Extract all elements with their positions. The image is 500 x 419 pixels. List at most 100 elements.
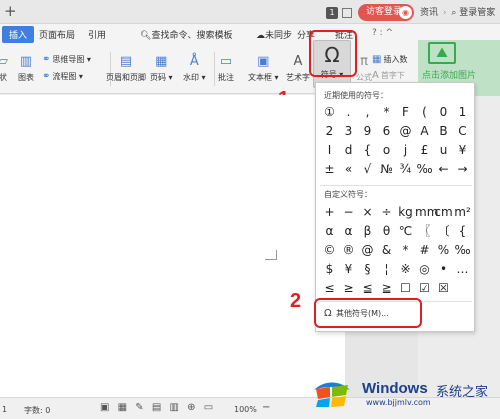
recent-symbol[interactable]: № — [377, 160, 396, 179]
recent-symbol[interactable]: ¥ — [453, 141, 472, 160]
custom-symbol[interactable]: θ — [377, 222, 396, 241]
recent-symbol[interactable]: 1 — [453, 103, 472, 122]
textbox-button[interactable]: ▣ 文本框 ▾ — [248, 54, 279, 83]
recent-symbol[interactable]: ① — [320, 103, 339, 122]
outline-view-icon[interactable]: ▭ — [204, 402, 213, 413]
custom-symbol[interactable]: ※ — [396, 260, 415, 279]
news-link[interactable]: 资讯 — [420, 8, 438, 18]
zoom-level[interactable]: 100% — [234, 405, 257, 414]
watermark-button[interactable]: Å 水印 ▾ — [183, 54, 206, 83]
custom-symbol[interactable]: # — [415, 241, 434, 260]
help-more-icons[interactable]: ? : ^ — [372, 28, 393, 38]
drop-cap-button[interactable]: A 首字下 — [372, 70, 405, 81]
custom-symbol[interactable]: % — [434, 241, 453, 260]
custom-symbol[interactable]: ☑ — [415, 279, 434, 298]
recent-symbol[interactable]: 6 — [377, 122, 396, 141]
recent-symbol[interactable]: ± — [320, 160, 339, 179]
custom-symbol[interactable]: − — [339, 203, 358, 222]
word-count[interactable]: 字数: 0 — [24, 405, 50, 416]
protect-icon[interactable]: ▣ — [100, 402, 109, 413]
recent-symbol[interactable]: ← — [434, 160, 453, 179]
recent-symbol[interactable]: 2 — [320, 122, 339, 141]
recent-symbol[interactable]: @ — [396, 122, 415, 141]
custom-symbol[interactable]: ☒ — [434, 279, 453, 298]
recent-symbol[interactable]: . — [339, 103, 358, 122]
custom-symbol[interactable]: ≤ — [320, 279, 339, 298]
insert-number-button[interactable]: ▦ 插入数 — [372, 54, 407, 65]
flowchart-button[interactable]: ⚭ 流程图 ▾ — [42, 71, 83, 82]
zoom-out-button[interactable]: − — [262, 402, 270, 413]
custom-symbol[interactable]: ÷ — [377, 203, 396, 222]
tab-page-layout[interactable]: 页面布局 — [39, 28, 75, 41]
visitor-login-button[interactable]: 访客登录 ◉ — [358, 4, 414, 21]
recent-symbol[interactable]: C — [453, 122, 472, 141]
recent-symbol[interactable]: A — [415, 122, 434, 141]
mindmap-button[interactable]: ⚭ 思维导图 ▾ — [42, 54, 91, 65]
recent-symbol[interactable]: j — [396, 141, 415, 160]
custom-symbol[interactable]: 〖 — [415, 222, 434, 241]
command-search[interactable]: 🔍︎查找命令、搜索模板 — [140, 28, 232, 41]
custom-symbol[interactable]: ◎ — [415, 260, 434, 279]
custom-symbol[interactable]: … — [453, 260, 472, 279]
recent-symbol[interactable]: ( — [415, 103, 434, 122]
recent-symbol[interactable]: I — [320, 141, 339, 160]
recent-symbol[interactable]: ¾ — [396, 160, 415, 179]
custom-symbol[interactable]: * — [396, 241, 415, 260]
recent-symbol[interactable]: √ — [358, 160, 377, 179]
recent-symbol[interactable]: « — [339, 160, 358, 179]
custom-symbol[interactable]: § — [358, 260, 377, 279]
grid-view-icon[interactable]: ▦ — [118, 402, 127, 413]
page-view-icon[interactable]: ▤ — [152, 402, 161, 413]
recent-symbol[interactable]: → — [453, 160, 472, 179]
tab-references[interactable]: 引用 — [88, 28, 106, 41]
custom-symbol[interactable]: + — [320, 203, 339, 222]
shape-button[interactable]: ▱ 状 — [0, 54, 8, 83]
custom-symbol[interactable]: { — [453, 222, 472, 241]
search-icon[interactable]: ⌕ — [451, 8, 456, 18]
custom-symbol[interactable]: ≧ — [377, 279, 396, 298]
custom-symbol[interactable]: ‰ — [453, 241, 472, 260]
custom-symbol[interactable]: 〔 — [434, 222, 453, 241]
recent-symbol[interactable]: 9 — [358, 122, 377, 141]
edit-icon[interactable]: ✎ — [135, 402, 143, 413]
window-grid-icon[interactable] — [342, 8, 352, 18]
header-footer-button[interactable]: ▤ 页眉和页脚 — [106, 54, 146, 83]
comment-button[interactable]: ▭ 批注 — [218, 54, 234, 83]
sync-status[interactable]: ☁未同步 — [256, 28, 292, 41]
custom-symbol[interactable]: kg — [396, 203, 415, 222]
custom-symbol[interactable]: ≥ — [339, 279, 358, 298]
recent-symbol[interactable]: 0 — [434, 103, 453, 122]
custom-symbol[interactable]: ≦ — [358, 279, 377, 298]
custom-symbol[interactable]: m² — [453, 203, 472, 222]
recent-symbol[interactable]: o — [377, 141, 396, 160]
custom-symbol[interactable]: $ — [320, 260, 339, 279]
new-tab-plus-icon[interactable]: + — [4, 2, 17, 20]
custom-symbol[interactable]: • — [434, 260, 453, 279]
recent-symbol[interactable]: u — [434, 141, 453, 160]
login-manager-link[interactable]: 登录管家 — [459, 8, 495, 18]
custom-symbol[interactable]: @ — [358, 241, 377, 260]
custom-symbol[interactable]: α — [339, 222, 358, 241]
custom-symbol[interactable]: ¥ — [339, 260, 358, 279]
recent-symbol[interactable]: F — [396, 103, 415, 122]
art-text-button[interactable]: A 艺术字 — [286, 54, 310, 83]
tab-insert[interactable]: 插入 — [2, 26, 35, 43]
custom-symbol[interactable]: ℃ — [396, 222, 415, 241]
page-number-button[interactable]: ▦ 页码 ▾ — [150, 54, 173, 83]
recent-symbol[interactable]: B — [434, 122, 453, 141]
custom-symbol[interactable]: ¦ — [377, 260, 396, 279]
recent-symbol[interactable]: 3 — [339, 122, 358, 141]
custom-symbol[interactable] — [453, 279, 472, 298]
custom-symbol[interactable]: mm — [415, 203, 438, 222]
custom-symbol[interactable]: & — [377, 241, 396, 260]
web-view-icon[interactable]: ⊕ — [187, 402, 195, 413]
notification-badge[interactable]: 1 — [326, 7, 338, 19]
recent-symbol[interactable]: { — [358, 141, 377, 160]
custom-symbol[interactable]: cm — [434, 203, 453, 222]
custom-symbol[interactable]: α — [320, 222, 339, 241]
custom-symbol[interactable]: © — [320, 241, 339, 260]
custom-symbol[interactable]: ☐ — [396, 279, 415, 298]
document-canvas[interactable] — [0, 95, 345, 397]
recent-symbol[interactable]: £ — [415, 141, 434, 160]
custom-symbol[interactable]: β — [358, 222, 377, 241]
